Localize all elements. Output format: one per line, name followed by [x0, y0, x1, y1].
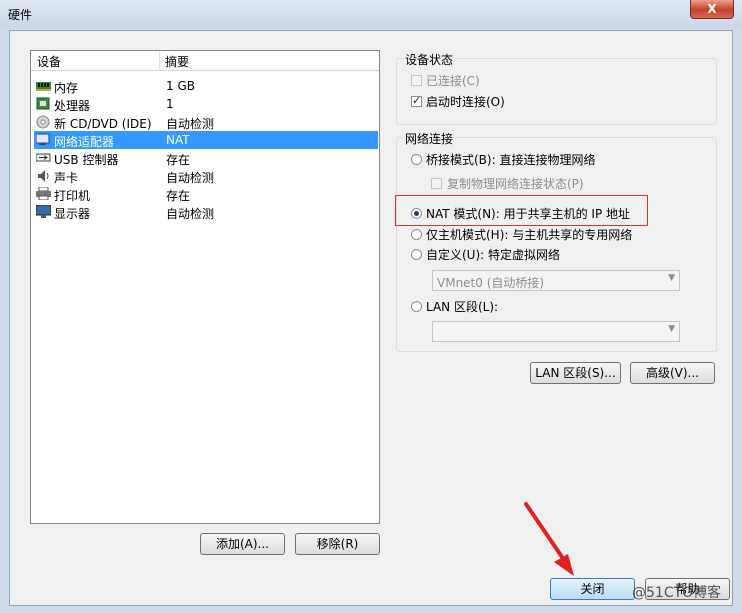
column-separator	[159, 51, 160, 70]
memory-icon	[36, 79, 51, 92]
bridged-label: 桥接模式(B): 直接连接物理网络	[426, 153, 596, 167]
column-header-device[interactable]: 设备	[37, 53, 61, 70]
close-button[interactable]: 关闭	[550, 578, 635, 600]
device-summary: 1	[166, 97, 174, 111]
host-only-label: 仅主机模式(H): 与主机共享的专用网络	[426, 228, 633, 242]
device-name: USB 控制器	[54, 153, 119, 167]
processor-icon	[36, 97, 50, 110]
lan-segment-select[interactable]: ▼	[432, 321, 680, 342]
device-summary: 1 GB	[166, 79, 195, 93]
network-connection-group: 网络连接 桥接模式(B): 直接连接物理网络 复制物理网络连接状态(P) NAT…	[396, 130, 717, 352]
device-row-cd-dvd[interactable]: 新 CD/DVD (IDE) 自动检测	[34, 113, 378, 131]
device-name: 新 CD/DVD (IDE)	[54, 117, 152, 131]
device-list-header: 设备 摘要	[31, 51, 379, 71]
custom-network-value: VMnet0 (自动桥接)	[437, 276, 545, 290]
custom-label: 自定义(U): 特定虚拟网络	[426, 248, 561, 262]
nat-highlight-annotation	[395, 195, 648, 226]
connect-on-power-label: 启动时连接(O)	[426, 95, 505, 109]
sound-card-icon	[36, 169, 50, 182]
device-name: 内存	[54, 81, 79, 95]
display-icon	[35, 204, 52, 218]
device-name: 网络适配器	[54, 135, 115, 149]
lan-segments-button[interactable]: LAN 区段(S)...	[530, 362, 621, 384]
cd-dvd-icon	[36, 115, 50, 129]
device-name: 处理器	[54, 99, 91, 113]
device-status-group: 设备状态 已连接(C) ✓ 启动时连接(O)	[396, 51, 717, 125]
lan-segment-label: LAN 区段(L):	[426, 300, 499, 314]
annotation-arrow-icon	[524, 502, 574, 576]
device-row-display[interactable]: 显示器 自动检测	[34, 203, 378, 221]
lan-segment-radio[interactable]	[411, 301, 422, 312]
remove-button[interactable]: 移除(R)	[295, 533, 380, 555]
device-name: 显示器	[54, 207, 91, 221]
device-row-usb[interactable]: USB 控制器 存在	[34, 149, 378, 167]
replicate-state-label: 复制物理网络连接状态(P)	[447, 177, 584, 191]
custom-network-select[interactable]: VMnet0 (自动桥接) ▼	[432, 270, 680, 291]
checkmark-icon: ✓	[412, 94, 422, 107]
network-adapter-icon	[35, 133, 50, 146]
device-summary: 自动检测	[166, 117, 215, 131]
device-row-memory[interactable]: 内存 1 GB	[34, 77, 378, 95]
connect-on-power-checkbox[interactable]: ✓	[411, 94, 422, 107]
usb-icon	[35, 151, 51, 164]
dialog-client-area: 设备 摘要 内存 1 GB 处理器 1 新 CD/DVD (IDE) 自动检测 …	[9, 30, 733, 606]
close-icon: X	[707, 2, 717, 16]
device-row-processor[interactable]: 处理器 1	[34, 95, 378, 113]
bridged-radio[interactable]	[411, 154, 422, 165]
chevron-down-icon: ▼	[668, 273, 675, 283]
device-summary: 自动检测	[166, 171, 215, 185]
device-row-sound-card[interactable]: 声卡 自动检测	[34, 167, 378, 185]
printer-icon	[36, 186, 51, 201]
host-only-radio[interactable]	[411, 229, 422, 240]
device-list[interactable]: 设备 摘要 内存 1 GB 处理器 1 新 CD/DVD (IDE) 自动检测 …	[30, 50, 380, 524]
device-row-printer[interactable]: 打印机 存在	[34, 185, 378, 203]
replicate-state-checkbox[interactable]	[431, 178, 442, 189]
connected-checkbox[interactable]	[411, 75, 422, 86]
custom-radio[interactable]	[411, 249, 422, 260]
close-window-button[interactable]: X	[690, 0, 734, 19]
title-bar: 硬件 X	[0, 0, 742, 28]
watermark: @51CTO博客	[632, 585, 722, 601]
advanced-button[interactable]: 高级(V)...	[630, 362, 715, 384]
device-summary: 自动检测	[166, 207, 215, 221]
window-title: 硬件	[8, 8, 33, 22]
device-summary: 存在	[166, 189, 191, 203]
connected-label: 已连接(C)	[426, 74, 480, 88]
device-name: 声卡	[54, 171, 79, 185]
device-summary: NAT	[166, 133, 190, 147]
device-name: 打印机	[54, 189, 91, 203]
chevron-down-icon: ▼	[668, 324, 675, 334]
device-status-legend: 设备状态	[403, 51, 456, 68]
network-connection-legend: 网络连接	[403, 130, 456, 147]
add-button[interactable]: 添加(A)...	[200, 533, 285, 555]
device-row-network-adapter[interactable]: 网络适配器 NAT	[34, 131, 378, 149]
column-header-summary[interactable]: 摘要	[165, 53, 189, 70]
device-summary: 存在	[166, 153, 191, 167]
